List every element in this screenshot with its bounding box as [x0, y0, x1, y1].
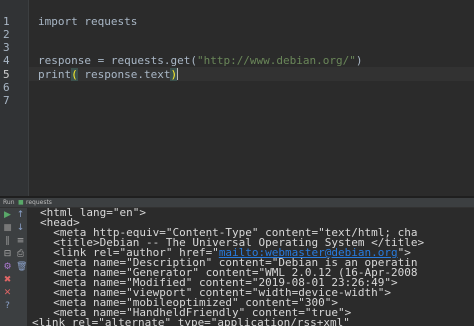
code-text: requests: [77, 15, 138, 28]
line-number: 5: [3, 68, 10, 81]
line-number: 4: [3, 54, 10, 67]
line-number: 2: [3, 28, 10, 41]
scroll-up-icon[interactable]: ↑: [16, 211, 25, 220]
run-toolbar: ▶ ↑ ■ ↓ ‖ ≡ ⊟ ⎙ ⚙ 🗑 ✖ ✕ ?: [0, 208, 27, 326]
line-number: 3: [3, 41, 10, 54]
keyword-import: import: [38, 15, 78, 28]
stop-icon[interactable]: ■: [3, 224, 12, 233]
console-output[interactable]: <html lang="en"> <head> <meta http-equiv…: [28, 208, 474, 326]
scroll-down-icon[interactable]: ↓: [16, 224, 25, 233]
line-number-gutter: 1 2 3 4 5 6 7: [0, 0, 29, 196]
matched-paren: ): [170, 68, 178, 81]
clear-all-icon[interactable]: 🗑: [16, 263, 27, 272]
line-number: 7: [3, 94, 10, 107]
code-line-1[interactable]: import requests: [38, 15, 137, 28]
code-editor[interactable]: 1 2 3 4 5 6 7 import requests response =…: [0, 0, 474, 196]
code-line-5[interactable]: print( response.text): [38, 68, 179, 81]
code-text: ): [355, 54, 363, 67]
matched-paren: (: [71, 68, 78, 81]
settings-icon[interactable]: ⚙: [3, 263, 12, 272]
builtin-print: print: [38, 68, 72, 81]
dump-threads-icon[interactable]: ⊟: [3, 250, 12, 259]
code-text: response.text: [77, 68, 171, 81]
pause-icon[interactable]: ‖: [3, 237, 12, 246]
code-line-4[interactable]: response = requests.get("http://www.debi…: [38, 54, 363, 67]
help-icon[interactable]: ?: [3, 302, 12, 311]
pin-icon[interactable]: ✖: [3, 276, 12, 285]
rerun-icon[interactable]: ▶: [3, 211, 12, 220]
print-icon[interactable]: ⎙: [16, 250, 25, 259]
soft-wrap-icon[interactable]: ≡: [16, 237, 25, 246]
text-cursor: [177, 68, 179, 80]
run-tab-requests[interactable]: requests: [26, 198, 52, 207]
string-literal: "http://www.debian.org/": [196, 54, 356, 67]
code-text: response = requests.get(: [38, 54, 197, 67]
run-panel-header: Run ■ requests: [0, 198, 474, 208]
line-number: 6: [3, 81, 10, 94]
run-label: Run: [3, 199, 15, 206]
console-line: <link rel="alternate" type="application/…: [32, 316, 350, 326]
python-icon: ■: [18, 199, 24, 206]
line-number: 1: [3, 15, 10, 28]
close-icon[interactable]: ✕: [3, 289, 12, 298]
